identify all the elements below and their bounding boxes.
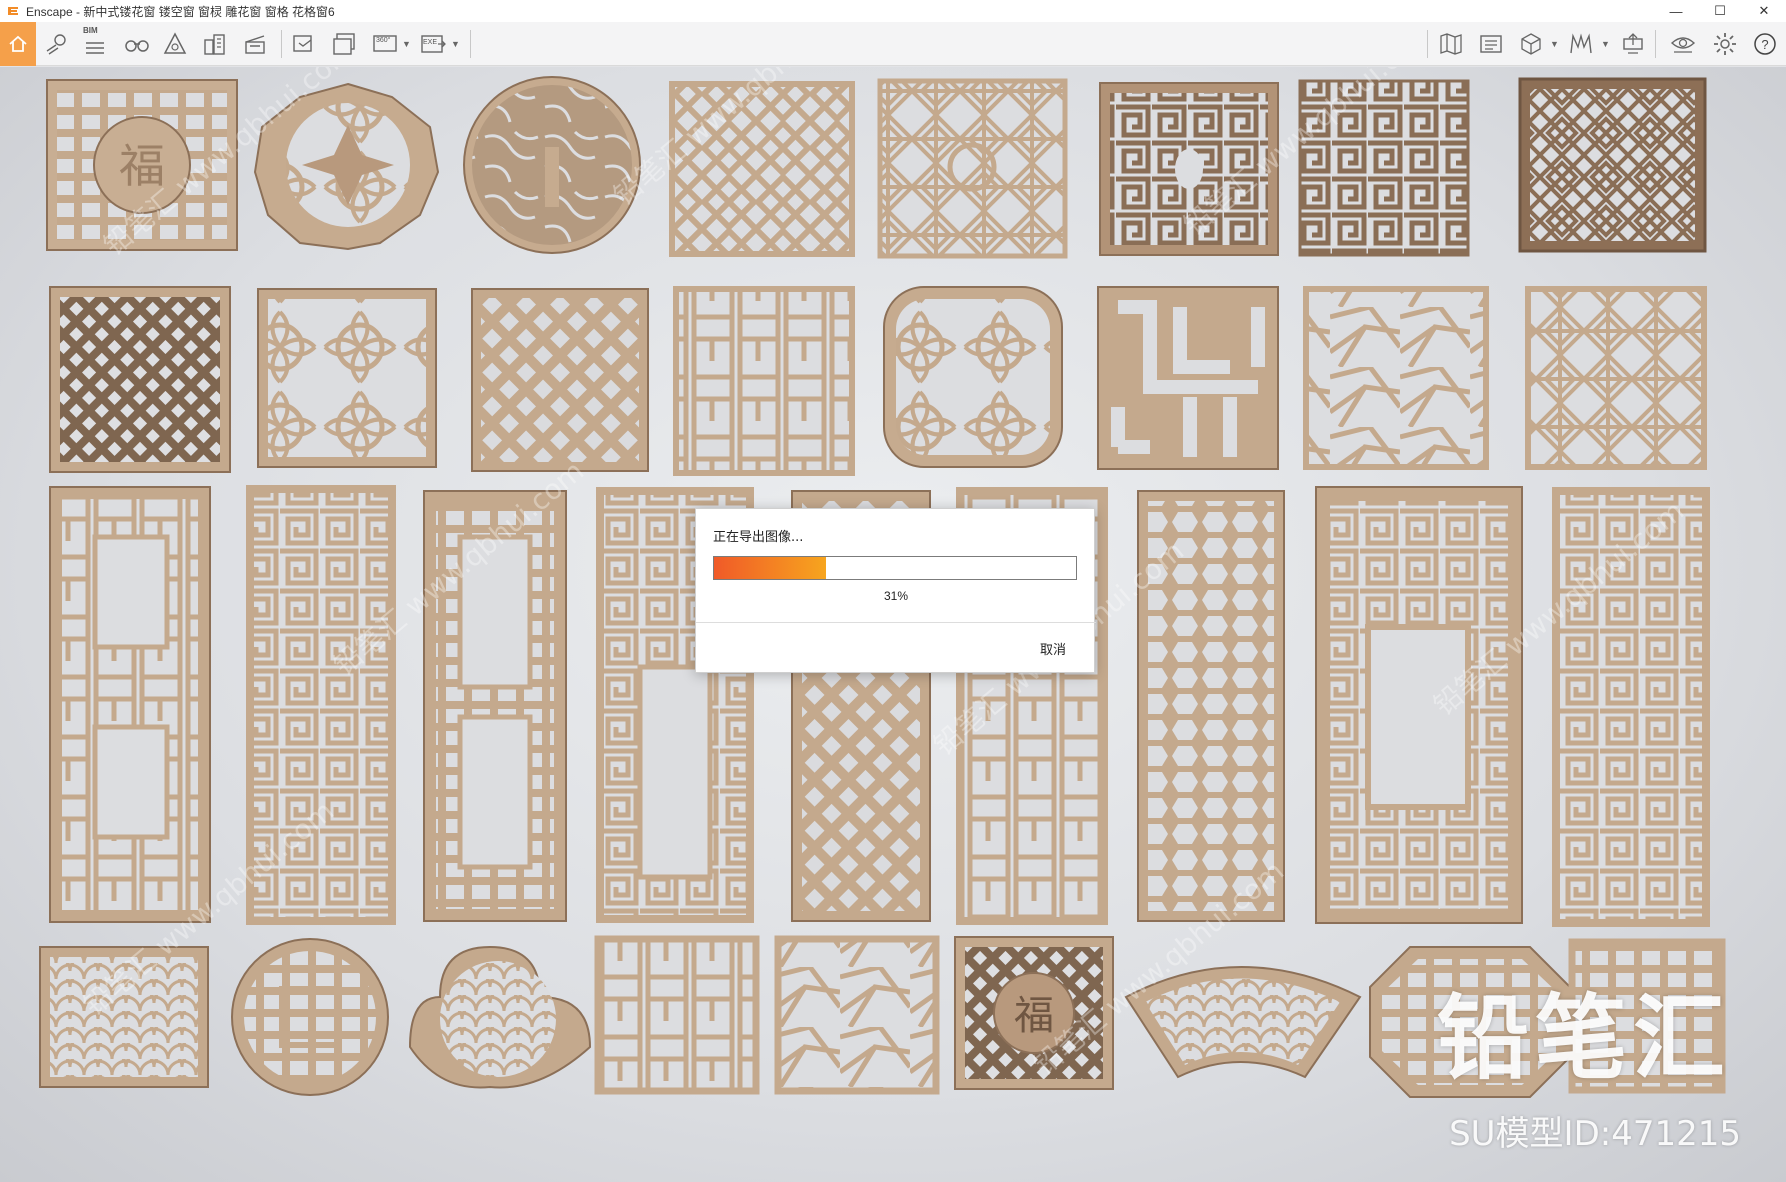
settings-icon bbox=[1714, 33, 1736, 55]
progress-percent-label: 31% bbox=[883, 589, 909, 603]
screenshot-icon bbox=[293, 35, 312, 52]
screenshot-button[interactable] bbox=[289, 29, 319, 59]
toolbar-separator bbox=[470, 30, 471, 58]
binoculars-button[interactable] bbox=[122, 29, 152, 59]
tall-panel-fret[interactable] bbox=[1552, 487, 1710, 927]
panel-swastika-fret[interactable] bbox=[1097, 286, 1279, 470]
panel-tree-of-life[interactable] bbox=[463, 76, 641, 254]
help-icon: ? bbox=[1754, 33, 1776, 55]
asset-library-button[interactable] bbox=[240, 29, 270, 59]
panel-ruyi-cloud[interactable] bbox=[883, 286, 1063, 468]
perspective-icon bbox=[163, 32, 187, 54]
map-pin-icon bbox=[46, 34, 66, 55]
window-title: Enscape - 新中式镂花窗 镂空窗 窗棂 雕花窗 窗格 花格窗6 bbox=[26, 4, 335, 19]
visual-settings-button[interactable] bbox=[1476, 29, 1506, 59]
upload-button[interactable] bbox=[1618, 29, 1648, 59]
bim-list-icon bbox=[86, 42, 104, 54]
exe-label: EXE bbox=[423, 39, 438, 46]
svg-text:福: 福 bbox=[1014, 993, 1054, 1039]
help-button[interactable]: ? bbox=[1750, 29, 1780, 59]
panel-begonia-scale[interactable] bbox=[408, 945, 592, 1089]
export-exe-button[interactable]: EXE bbox=[418, 29, 448, 59]
tall-panel-2[interactable] bbox=[246, 485, 396, 925]
panel-dark-web[interactable] bbox=[1518, 77, 1707, 253]
export-dropdown-icon[interactable]: ▼ bbox=[451, 39, 460, 49]
panel-round-lattice[interactable] bbox=[231, 938, 389, 1096]
title-bar: Enscape - 新中式镂花窗 镂空窗 窗棂 雕花窗 窗格 花格窗6 — ☐ … bbox=[0, 0, 1786, 22]
toolbar-separator bbox=[1427, 30, 1428, 58]
upload-icon bbox=[1623, 33, 1643, 54]
cube-dropdown-icon[interactable]: ▼ bbox=[1550, 39, 1559, 49]
panorama-button[interactable]: 360° bbox=[370, 29, 400, 59]
dialog-title: 正在导出图像... bbox=[713, 530, 804, 545]
panel-cracked-ice-small[interactable] bbox=[774, 935, 940, 1095]
panel-maze-lattice[interactable] bbox=[1298, 79, 1470, 257]
view-button[interactable] bbox=[1668, 29, 1698, 59]
panorama-360-icon bbox=[373, 35, 397, 52]
batch-render-icon bbox=[333, 33, 355, 55]
panorama-dropdown-icon[interactable]: ▼ bbox=[402, 39, 411, 49]
cube-button[interactable] bbox=[1516, 29, 1546, 59]
toolbar-separator bbox=[281, 30, 282, 58]
buildings-button[interactable] bbox=[200, 29, 230, 59]
cube-icon bbox=[1521, 33, 1541, 55]
panel-cracked-ice[interactable] bbox=[1303, 286, 1489, 470]
maximize-button[interactable]: ☐ bbox=[1698, 0, 1742, 22]
tall-panel-bat-motif[interactable] bbox=[1315, 486, 1523, 924]
home-button[interactable] bbox=[0, 22, 36, 66]
panel-fu-small[interactable]: 福 bbox=[954, 936, 1114, 1090]
export-progress-bar bbox=[713, 556, 1077, 580]
toolbar-separator bbox=[1655, 30, 1656, 58]
tall-panel-1[interactable] bbox=[49, 486, 211, 923]
material-dropdown-icon[interactable]: ▼ bbox=[1601, 39, 1610, 49]
map-icon bbox=[1440, 33, 1462, 55]
panel-geometric-web[interactable] bbox=[877, 78, 1068, 259]
map-pin-button[interactable] bbox=[42, 29, 72, 59]
close-button[interactable]: ✕ bbox=[1742, 0, 1786, 22]
visual-settings-icon bbox=[1480, 35, 1502, 53]
asset-library-icon bbox=[245, 35, 265, 54]
tall-panel-3[interactable] bbox=[423, 490, 567, 922]
model-id-watermark: SU模型ID:471215 bbox=[1449, 1114, 1741, 1154]
export-progress-fill bbox=[714, 557, 827, 579]
panel-fan-scale[interactable] bbox=[1124, 966, 1362, 1079]
bim-button[interactable] bbox=[80, 32, 110, 62]
home-icon bbox=[9, 35, 27, 52]
panel-scale-square[interactable] bbox=[39, 946, 209, 1088]
view-icon bbox=[1670, 37, 1696, 53]
perspective-button[interactable] bbox=[160, 29, 190, 59]
tall-panel-hexagon[interactable] bbox=[1137, 490, 1285, 922]
binoculars-icon bbox=[125, 40, 149, 52]
map-button[interactable] bbox=[1436, 29, 1466, 59]
svg-text:?: ? bbox=[1761, 37, 1768, 52]
panel-fine-diamond[interactable] bbox=[471, 288, 649, 472]
panel-diamond-lattice[interactable] bbox=[49, 286, 231, 473]
export-progress-dialog: 正在导出图像... 31% 取消 bbox=[695, 508, 1096, 673]
panel-floral-fretwork[interactable] bbox=[1099, 82, 1279, 256]
main-toolbar: BIM 360° ▼ EXE ▼ ▼ ▼ ? bbox=[0, 22, 1786, 66]
minimize-button[interactable]: — bbox=[1654, 0, 1698, 22]
settings-button[interactable] bbox=[1710, 29, 1740, 59]
svg-text:福: 福 bbox=[119, 139, 165, 193]
panel-star-lattice[interactable] bbox=[669, 81, 855, 257]
panel-cross-lattice[interactable] bbox=[594, 935, 760, 1095]
buildings-icon bbox=[204, 34, 225, 55]
dialog-divider bbox=[696, 622, 1096, 623]
window-controls: — ☐ ✕ bbox=[1654, 0, 1786, 22]
panel-square-flower[interactable] bbox=[1525, 286, 1707, 470]
brand-watermark: 铅笔汇 bbox=[1436, 985, 1731, 1092]
enscape-logo-icon bbox=[8, 7, 18, 15]
panel-carved-medallion[interactable] bbox=[253, 82, 440, 251]
cancel-button[interactable]: 取消 bbox=[1040, 639, 1066, 658]
panorama-label: 360° bbox=[376, 37, 391, 44]
material-editor-button[interactable] bbox=[1566, 29, 1596, 59]
material-editor-icon bbox=[1570, 33, 1592, 54]
batch-render-button[interactable] bbox=[329, 29, 359, 59]
panel-sunflower[interactable] bbox=[257, 288, 437, 468]
panel-lines-lattice[interactable] bbox=[673, 286, 855, 476]
panel-fu-square[interactable]: 福 bbox=[46, 79, 238, 251]
